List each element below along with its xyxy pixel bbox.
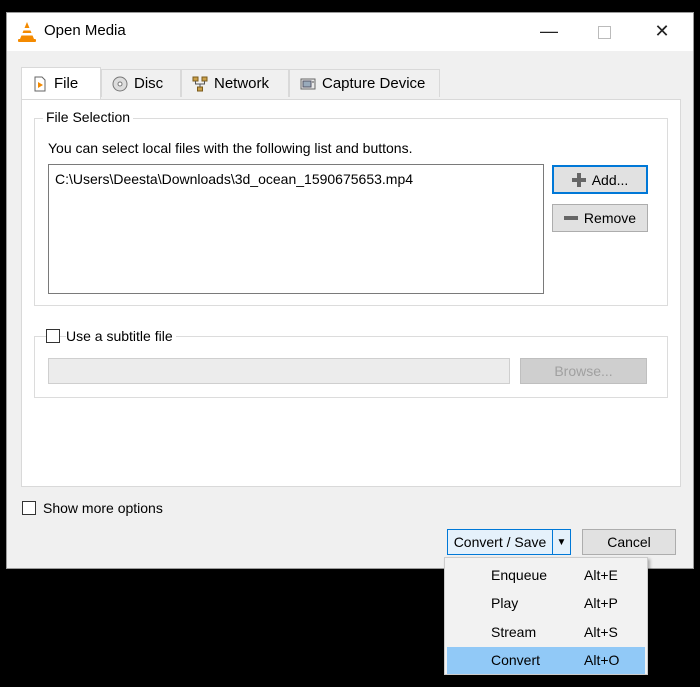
cancel-button-label: Cancel	[607, 534, 651, 550]
remove-button[interactable]: Remove	[552, 204, 648, 232]
add-button[interactable]: Add...	[552, 165, 648, 194]
menu-item-stream[interactable]: Stream Alt+S	[447, 619, 645, 646]
minimize-icon: —	[540, 21, 558, 41]
menu-item-label: Play	[491, 595, 519, 611]
menu-item-label: Enqueue	[491, 567, 548, 583]
open-media-dialog: Open Media — ✕ File Disc Network Capture…	[6, 12, 694, 569]
tab-capture-device[interactable]: Capture Device	[289, 69, 440, 97]
convert-save-dropdown-menu: Enqueue Alt+E Play Alt+P Stream Alt+S Co…	[444, 557, 648, 675]
minimize-button[interactable]: —	[520, 13, 578, 51]
tab-network[interactable]: Network	[181, 69, 289, 97]
show-more-options-label[interactable]: Show more options	[43, 500, 163, 516]
disc-icon	[112, 76, 128, 91]
cancel-button[interactable]: Cancel	[582, 529, 676, 555]
file-play-icon	[34, 76, 46, 91]
minus-icon	[563, 216, 578, 220]
maximize-button[interactable]	[575, 13, 633, 51]
menu-item-shortcut: Alt+S	[584, 624, 618, 640]
remove-button-label: Remove	[583, 210, 637, 226]
menu-item-enqueue[interactable]: Enqueue Alt+E	[447, 562, 645, 589]
tab-label: File	[54, 75, 79, 92]
file-selection-description: You can select local files with the foll…	[48, 140, 413, 156]
file-list[interactable]: C:\Users\Deesta\Downloads\3d_ocean_15906…	[48, 164, 544, 294]
list-item[interactable]: C:\Users\Deesta\Downloads\3d_ocean_15906…	[55, 171, 413, 187]
tab-label: Disc	[134, 75, 164, 92]
convert-save-button[interactable]: Convert / Save	[448, 530, 553, 554]
close-icon: ✕	[654, 21, 670, 41]
convert-save-label: Convert / Save	[453, 534, 547, 550]
triangle-down-icon: ▼	[556, 536, 567, 548]
title-bar[interactable]: Open Media — ✕	[7, 13, 693, 51]
window-title: Open Media	[44, 22, 126, 39]
subtitle-path-field	[48, 358, 510, 384]
subtitle-checkbox-label[interactable]: Use a subtitle file	[66, 328, 176, 344]
file-tab-panel: File Selection You can select local file…	[21, 99, 681, 487]
menu-item-play[interactable]: Play Alt+P	[447, 590, 645, 617]
menu-item-label: Stream	[491, 624, 537, 640]
menu-item-convert[interactable]: Convert Alt+O	[447, 647, 645, 674]
convert-save-split-button[interactable]: Convert / Save ▼	[447, 529, 571, 555]
plus-icon	[571, 172, 586, 187]
menu-item-shortcut: Alt+E	[584, 567, 618, 583]
show-more-options-checkbox[interactable]	[22, 501, 36, 515]
browse-button: Browse...	[520, 358, 647, 384]
tab-disc[interactable]: Disc	[101, 69, 181, 97]
tab-label: Network	[214, 75, 270, 92]
vlc-cone-icon	[18, 22, 36, 42]
network-icon	[192, 76, 208, 91]
browse-button-label: Browse...	[554, 363, 613, 379]
capture-device-icon	[300, 78, 316, 89]
file-selection-label: File Selection	[43, 109, 134, 125]
maximize-icon	[597, 26, 611, 39]
menu-item-label: Convert	[491, 652, 541, 668]
convert-save-dropdown-arrow[interactable]: ▼	[553, 530, 570, 554]
subtitle-checkbox[interactable]	[46, 329, 60, 343]
close-button[interactable]: ✕	[633, 13, 691, 51]
menu-item-shortcut: Alt+P	[584, 595, 618, 611]
add-button-label: Add...	[591, 171, 629, 188]
tab-label: Capture Device	[322, 75, 426, 92]
tab-file[interactable]: File	[21, 67, 101, 99]
menu-item-shortcut: Alt+O	[584, 652, 620, 668]
